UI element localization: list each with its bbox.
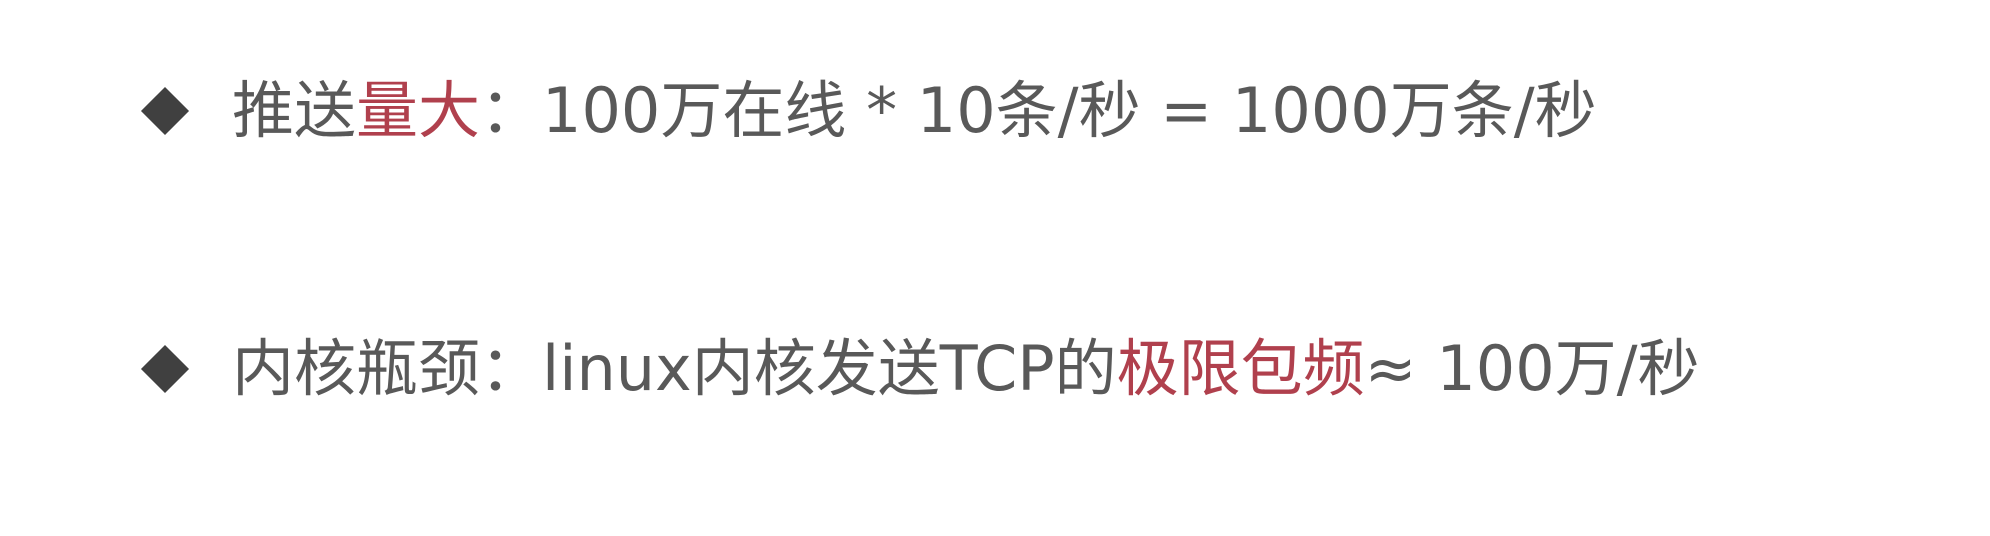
bullet-item-push-volume: 推送 量大 ：100万在线 * 10条/秒 = 1000万条/秒 — [140, 80, 1597, 142]
diamond-bullet-icon — [140, 344, 190, 394]
bullet-item-kernel-bottleneck: 内核瓶颈：linux内核发送TCP的 极限包频 ≈ 100万/秒 — [140, 338, 1700, 400]
bullet-lead-text: 推送 — [232, 74, 357, 147]
bullet-lead-text: 内核瓶颈：linux内核发送TCP的 — [232, 332, 1117, 405]
slide: 推送 量大 ：100万在线 * 10条/秒 = 1000万条/秒 内核瓶颈：linu… — [0, 0, 1990, 536]
bullet-rest-text: ：100万在线 * 10条/秒 = 1000万条/秒 — [480, 74, 1597, 147]
bullet-rest-text: ≈ 100万/秒 — [1364, 332, 1700, 405]
bullet-highlight-text: 极限包频 — [1116, 332, 1365, 405]
diamond-bullet-icon — [140, 86, 190, 136]
bullet-highlight-text: 量大 — [356, 74, 481, 147]
